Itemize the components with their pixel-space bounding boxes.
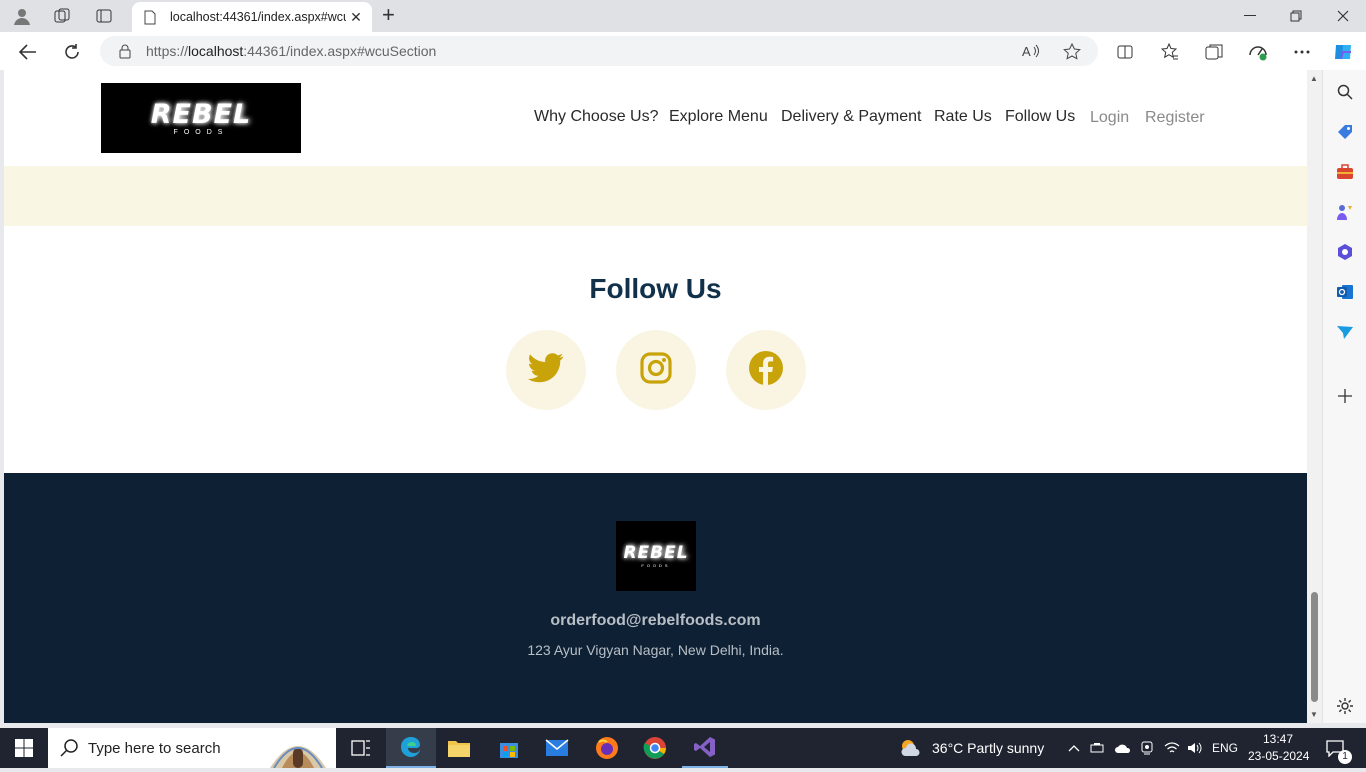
clock-date[interactable]: 23-05-2024: [1248, 749, 1309, 763]
file-explorer-icon[interactable]: [436, 728, 482, 768]
favorites-icon[interactable]: [1159, 41, 1181, 63]
nav-explore-menu[interactable]: Explore Menu: [669, 108, 768, 126]
footer-logo-text: REBEL: [623, 542, 689, 563]
refresh-icon[interactable]: [61, 41, 83, 63]
url-host: localhost: [188, 43, 244, 59]
task-view-icon[interactable]: [346, 728, 376, 768]
edge-sidebar: [1322, 70, 1366, 723]
taskbar-search-placeholder: Type here to search: [88, 739, 221, 757]
nav-rate-us[interactable]: Rate Us: [934, 108, 992, 126]
workspaces-icon[interactable]: [52, 6, 72, 26]
instagram-icon: [640, 351, 672, 389]
logo-text: REBEL: [150, 98, 252, 130]
minimize-icon[interactable]: [1240, 6, 1260, 26]
firefox-icon[interactable]: [584, 728, 630, 768]
tools-briefcase-icon[interactable]: [1335, 162, 1355, 182]
visual-studio-icon[interactable]: [682, 728, 728, 768]
logo-subtext: FOODS: [173, 128, 229, 136]
site-header: REBEL FOODS Why Choose Us? Explore Menu …: [4, 70, 1307, 166]
new-tab-icon[interactable]: +: [382, 4, 395, 26]
weather-icon[interactable]: [898, 728, 924, 768]
follow-us-title: Follow Us: [589, 273, 722, 304]
show-hidden-icons-icon[interactable]: [1066, 728, 1082, 768]
wifi-icon[interactable]: [1163, 728, 1181, 768]
send-icon[interactable]: [1335, 322, 1355, 342]
page-viewport: REBEL FOODS Why Choose Us? Explore Menu …: [4, 70, 1307, 723]
page-scrollbar[interactable]: ▲ ▼: [1307, 70, 1322, 723]
footer-email[interactable]: orderfood@rebelfoods.com: [4, 612, 1307, 630]
split-screen-icon[interactable]: [1114, 41, 1136, 63]
volume-icon[interactable]: [1186, 728, 1204, 768]
taskbar-search-input[interactable]: Type here to search: [48, 728, 336, 769]
collections-icon[interactable]: [1203, 41, 1225, 63]
profile-icon[interactable]: [12, 6, 32, 26]
browser-tab-bar: localhost:44361/index.aspx#wcuS ✕ +: [0, 0, 1366, 32]
battery-device-icon[interactable]: [1090, 728, 1106, 768]
mail-icon[interactable]: [534, 728, 580, 768]
address-toolbar: https://localhost:44361/index.aspx#wcuSe…: [0, 32, 1366, 70]
sidebar-settings-icon[interactable]: [1335, 696, 1355, 716]
footer-logo[interactable]: REBEL FOODS: [616, 521, 696, 591]
copilot-icon[interactable]: [1332, 41, 1354, 63]
notifications-icon[interactable]: 1: [1318, 728, 1352, 768]
more-options-icon[interactable]: [1291, 41, 1313, 63]
footer-address: 123 Ayur Vigyan Nagar, New Delhi, India.: [527, 642, 784, 658]
microsoft-store-icon[interactable]: [486, 728, 532, 768]
add-sidebar-app-icon[interactable]: [1335, 386, 1355, 406]
games-icon[interactable]: [1335, 202, 1355, 222]
twitter-icon: [528, 352, 564, 388]
site-footer: REBEL FOODS orderfood@rebelfoods.com 123…: [4, 473, 1307, 723]
browser-tab-active[interactable]: localhost:44361/index.aspx#wcuS ✕: [132, 2, 372, 32]
scroll-up-icon[interactable]: ▲: [1310, 74, 1318, 83]
read-aloud-icon[interactable]: A: [1022, 43, 1040, 62]
search-highlight-image: [260, 728, 336, 772]
section-divider-band: [4, 166, 1307, 226]
svg-text:A: A: [1022, 44, 1031, 59]
windows-taskbar: Type here to search 36°C Partly sunny EN…: [0, 728, 1366, 769]
instagram-link[interactable]: [616, 330, 696, 410]
webcam-icon[interactable]: [1139, 728, 1155, 768]
clock-time[interactable]: 13:47: [1263, 732, 1293, 746]
nav-follow-us[interactable]: Follow Us: [1005, 108, 1075, 126]
performance-icon[interactable]: [1247, 41, 1269, 63]
notification-count-badge: 1: [1338, 750, 1352, 764]
shopping-tag-icon[interactable]: [1335, 122, 1355, 142]
url-field[interactable]: https://localhost:44361/index.aspx#wcuSe…: [100, 36, 1098, 66]
url-prefix: https://: [146, 43, 189, 59]
scrollbar-thumb[interactable]: [1311, 592, 1318, 702]
restore-icon[interactable]: [1286, 6, 1306, 26]
tab-actions-icon[interactable]: [94, 6, 114, 26]
tab-close-icon[interactable]: ✕: [346, 9, 366, 26]
window-close-icon[interactable]: [1333, 6, 1353, 26]
footer-logo-subtext: FOODS: [641, 562, 671, 568]
back-icon[interactable]: [17, 41, 39, 63]
scroll-down-icon[interactable]: ▼: [1310, 710, 1318, 719]
microsoft-365-icon[interactable]: [1335, 242, 1355, 262]
weather-text[interactable]: 36°C Partly sunny: [932, 740, 1044, 756]
nav-why-choose-us[interactable]: Why Choose Us?: [534, 108, 659, 126]
taskbar-edge-icon[interactable]: [386, 728, 436, 768]
nav-delivery-payment[interactable]: Delivery & Payment: [781, 108, 922, 126]
nav-register[interactable]: Register: [1145, 109, 1205, 127]
onedrive-icon[interactable]: [1113, 728, 1133, 768]
tab-title: localhost:44361/index.aspx#wcuS: [170, 10, 346, 24]
taskbar-search-icon: [60, 738, 80, 762]
twitter-link[interactable]: [506, 330, 586, 410]
nav-login[interactable]: Login: [1090, 109, 1129, 127]
facebook-icon: [748, 350, 784, 391]
favorite-star-icon[interactable]: [1063, 42, 1081, 64]
windows-start-icon[interactable]: [0, 728, 48, 768]
lock-icon[interactable]: [118, 43, 132, 62]
site-logo[interactable]: REBEL FOODS: [101, 83, 301, 153]
sidebar-search-icon[interactable]: [1335, 82, 1355, 102]
page-icon: [144, 9, 158, 25]
language-indicator[interactable]: ENG: [1212, 741, 1238, 755]
outlook-icon[interactable]: [1335, 282, 1355, 302]
chrome-icon[interactable]: [632, 728, 678, 768]
facebook-link[interactable]: [726, 330, 806, 410]
url-path: :44361/index.aspx#wcuSection: [243, 43, 437, 59]
follow-us-section: Follow Us: [4, 226, 1307, 473]
